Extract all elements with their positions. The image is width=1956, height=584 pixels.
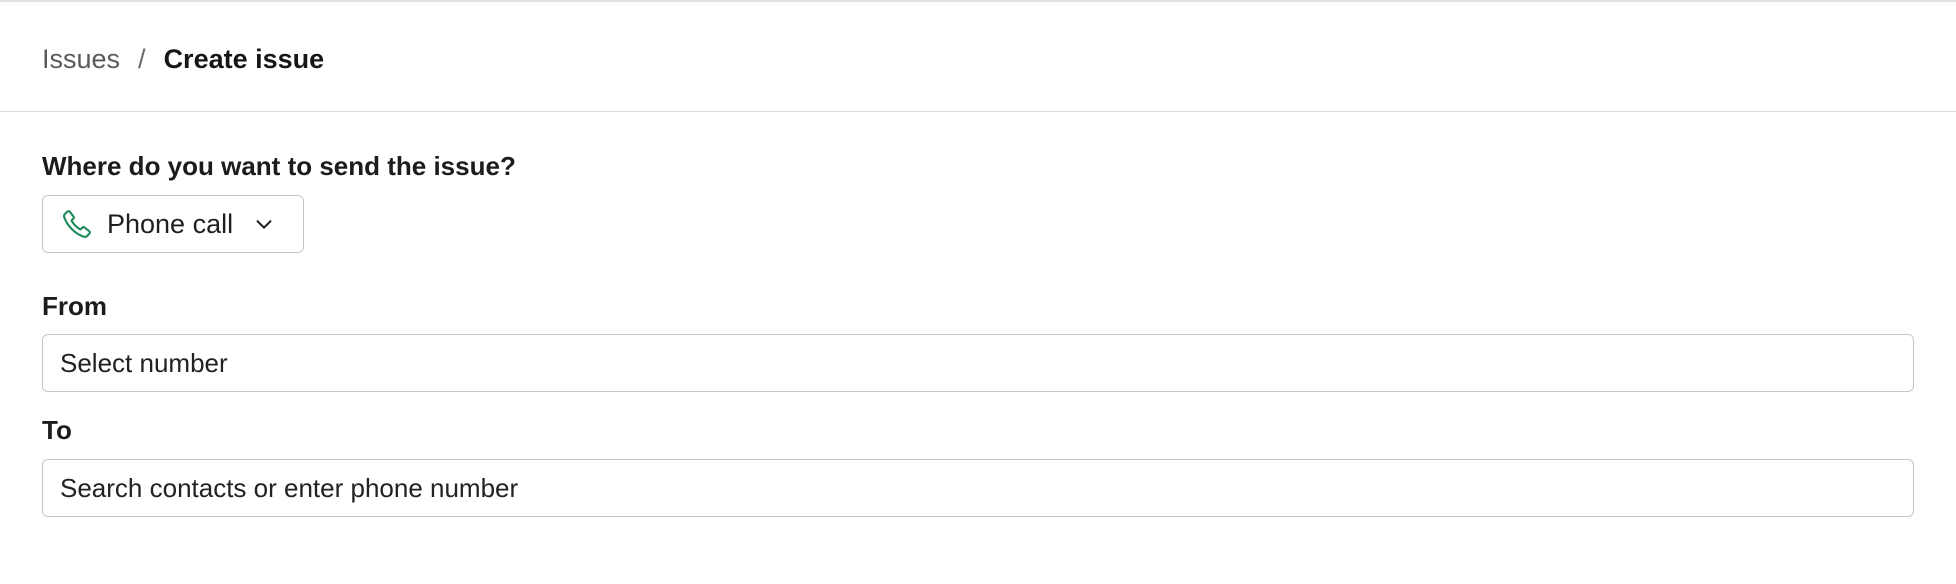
channel-dropdown[interactable]: Phone call bbox=[42, 195, 304, 253]
phone-icon bbox=[61, 208, 93, 240]
page-header: Issues / Create issue bbox=[0, 2, 1956, 112]
channel-selected-value: Phone call bbox=[107, 208, 234, 239]
to-contact-search-input[interactable] bbox=[42, 459, 1914, 517]
breadcrumb: Issues / Create issue bbox=[42, 42, 324, 76]
from-number-input[interactable] bbox=[42, 334, 1914, 392]
to-field-label: To bbox=[42, 415, 72, 445]
chevron-down-icon bbox=[253, 213, 275, 235]
page-title: Create issue bbox=[163, 44, 325, 74]
breadcrumb-issues-link[interactable]: Issues bbox=[42, 42, 120, 76]
from-field-label: From bbox=[42, 291, 107, 321]
channel-field-label: Where do you want to send the issue? bbox=[42, 151, 516, 181]
breadcrumb-separator: / bbox=[138, 44, 146, 74]
